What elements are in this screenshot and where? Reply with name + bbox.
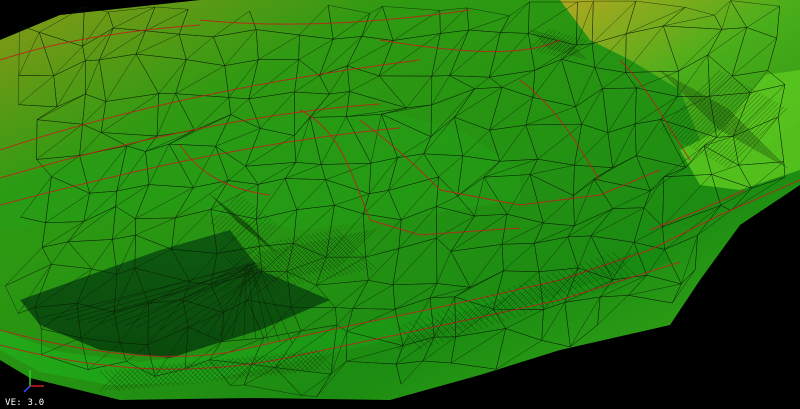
tin-surface-render[interactable] xyxy=(0,0,800,409)
3d-terrain-viewport[interactable]: VE: 3.0 xyxy=(0,0,800,409)
xyz-axis-triad-icon xyxy=(23,370,44,393)
vertical-exaggeration-label: VE: 3.0 xyxy=(5,398,45,408)
